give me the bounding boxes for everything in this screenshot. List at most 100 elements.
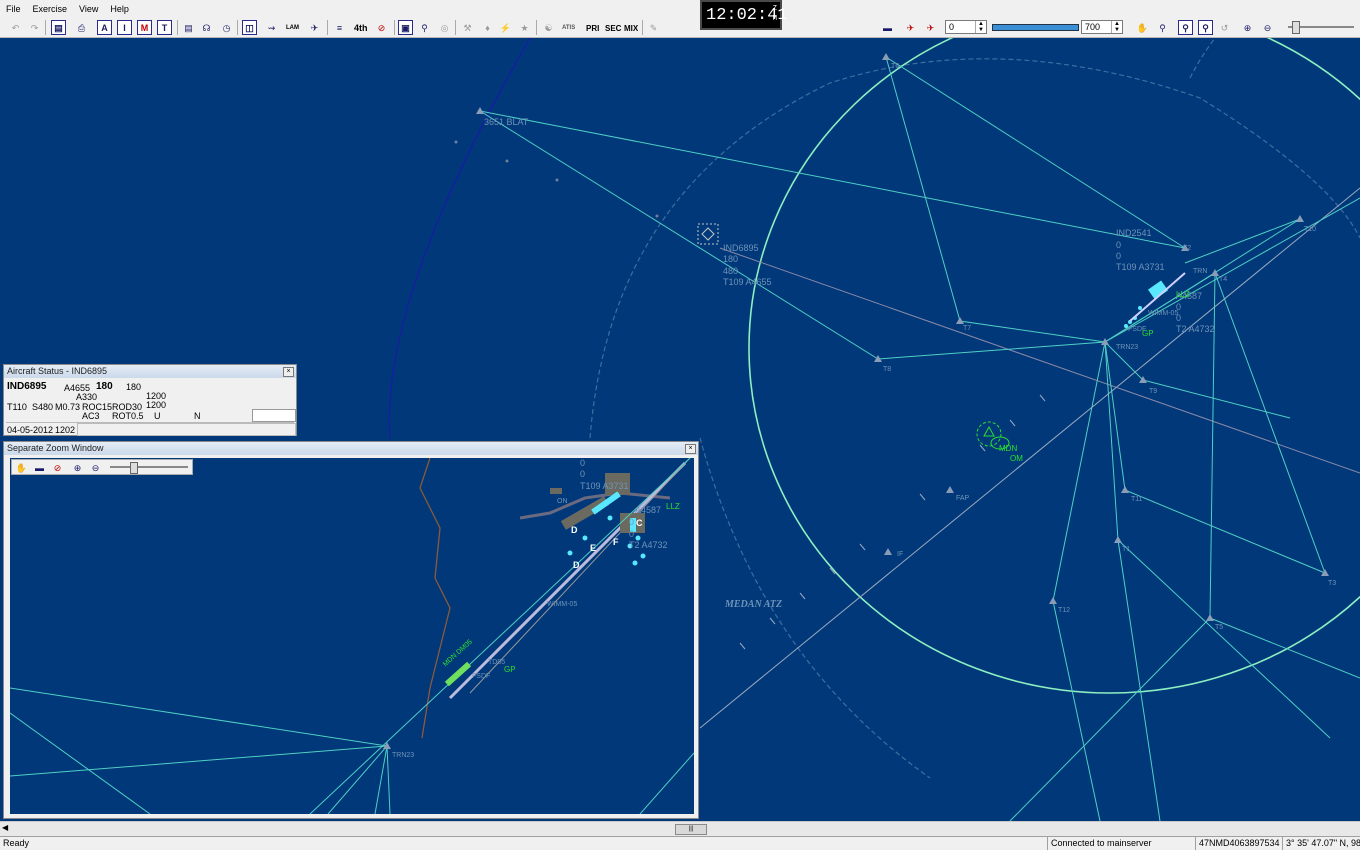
wind-icon[interactable]: ☯ (541, 20, 556, 35)
alt-min-spinner[interactable]: 0 ▲ ▼ (945, 20, 987, 34)
list-icon[interactable]: ≡ (332, 20, 347, 35)
waypoint-t4-label: T4 (1219, 276, 1228, 283)
runway-icon[interactable]: ▬ (880, 20, 895, 35)
horizontal-scrollbar[interactable]: ◀ ||| (0, 821, 1360, 836)
toolbar-separator (536, 20, 537, 35)
menu-view[interactable]: View (73, 4, 104, 14)
alt-max-spinner[interactable]: 700 ▲ ▼ (1081, 20, 1123, 34)
headset-icon[interactable]: ☊ (199, 20, 214, 35)
sec-button[interactable]: SEC (603, 20, 623, 35)
document-icon[interactable]: ▤ (181, 20, 196, 35)
mdn-triangle-icon (983, 425, 995, 437)
separate-zoom-window[interactable]: Separate Zoom Window × 0 0 T109 A3731 A4… (3, 441, 699, 819)
pan-hand-icon[interactable]: ✋ (1135, 20, 1150, 35)
tool-c-icon[interactable]: ⚡ (498, 20, 513, 35)
ind6895-target-box[interactable] (697, 223, 719, 245)
waypoint-t12-label: T12 (1058, 607, 1071, 614)
layout-icon[interactable]: ◫ (242, 20, 257, 35)
print-icon[interactable]: ⎙ (74, 20, 89, 35)
tool-d-icon[interactable]: ★ (517, 20, 532, 35)
menu-exercise[interactable]: Exercise (27, 4, 74, 14)
clock-zone-bottom: M (772, 15, 777, 23)
zoom-label: 0 (580, 469, 586, 479)
if-label: IF (897, 551, 904, 558)
zoom-map-icon[interactable]: ⚲ (417, 20, 432, 35)
radar-view-icon[interactable]: ▤ (51, 20, 66, 35)
m-button[interactable]: M (137, 20, 152, 35)
zoom-slider[interactable] (1288, 21, 1354, 34)
altitude-range-slider[interactable] (992, 24, 1079, 31)
close-icon[interactable]: × (283, 367, 294, 377)
zoom-reset-icon[interactable]: ↺ (1217, 20, 1232, 35)
tool-b-icon[interactable]: ♦ (480, 20, 495, 35)
undo-icon[interactable]: ↶ (8, 20, 23, 35)
atis-button[interactable]: ATIS (560, 20, 577, 35)
close-icon[interactable]: × (685, 444, 696, 454)
zoom-in-icon[interactable]: ⊕ (70, 460, 85, 475)
zoom-window-slider-thumb[interactable] (130, 462, 138, 474)
zoom-window-icon[interactable]: ⚲ (1198, 20, 1213, 35)
runway-extension-line (469, 458, 691, 694)
zoom-gp-label: GP (504, 665, 516, 674)
terrain-dots (454, 140, 659, 218)
menu-bar: File Exercise View Help (0, 0, 1360, 17)
pri-button[interactable]: PRI (584, 20, 601, 35)
track-value: T110 (7, 402, 27, 412)
waypoint-t10-label: T10 (1304, 226, 1317, 233)
filter-a-icon[interactable]: ✈ (903, 20, 918, 35)
aircraft-status-title[interactable]: Aircraft Status - IND6895 (4, 365, 296, 378)
tool-a-icon[interactable]: ⚒ (460, 20, 475, 35)
menu-file[interactable]: File (0, 4, 27, 14)
runway-icon[interactable]: ▬ (32, 460, 47, 475)
redo-icon[interactable]: ↷ (27, 20, 42, 35)
aircraft-icon[interactable]: ✈ (307, 20, 322, 35)
zoom-window-title[interactable]: Separate Zoom Window (4, 442, 698, 455)
status-coordinates: 3° 35' 47.07" N, 98° (1282, 837, 1360, 850)
zoom-box-icon[interactable]: ⚲ (1155, 20, 1170, 35)
clock-icon[interactable]: ◷ (219, 20, 234, 35)
waypoint-t8-label: T8 (883, 366, 892, 373)
level2-value: 180 (126, 382, 142, 392)
i-button[interactable]: I (117, 20, 132, 35)
zoom-out-icon[interactable]: ⊖ (88, 460, 103, 475)
spinner-arrows-icon[interactable]: ▲ ▼ (975, 21, 986, 33)
zoom-map[interactable]: 0 0 T109 A3731 A4587 0 0 T2 A4732 C D E … (10, 458, 694, 814)
clock-zone: ZM (773, 4, 777, 24)
ind6895-callsign-label[interactable]: IND6895 (723, 243, 759, 253)
map-icon[interactable]: ▣ (398, 20, 413, 35)
ind2541-callsign-label[interactable]: IND2541 (1116, 228, 1152, 238)
aircraft-status-window[interactable]: Aircraft Status - IND6895 × IND6895 A465… (3, 364, 297, 436)
zoom-window-slider[interactable] (110, 462, 188, 474)
aircraft-track-line (719, 247, 1360, 474)
scroll-left-icon[interactable]: ◀ (2, 823, 8, 832)
mix-button[interactable]: MIX (622, 20, 640, 35)
lam-button[interactable]: LAM (284, 20, 301, 35)
target-icon[interactable]: ◎ (437, 20, 452, 35)
zoom-slider-thumb[interactable] (1292, 21, 1300, 34)
zoom-label: 0 (629, 529, 635, 539)
menu-help[interactable]: Help (104, 4, 135, 14)
stop-icon[interactable]: ⊘ (50, 460, 65, 475)
toolbar-separator (327, 20, 328, 35)
zoom-fit-icon[interactable]: ⚲ (1178, 20, 1193, 35)
waypoint-t5-label: T5 (1215, 624, 1224, 631)
waypoint-t2-label: T2 (1183, 245, 1192, 252)
t-button[interactable]: T (157, 20, 172, 35)
pen-icon[interactable]: ✎ (646, 20, 661, 35)
pan-hand-icon[interactable]: ✋ (14, 460, 29, 475)
stop-icon[interactable]: ⊘ (374, 20, 389, 35)
fourth-button[interactable]: 4th (352, 20, 370, 35)
zoom-td-label: TD05 (488, 659, 506, 666)
route-icon[interactable]: ⇝ (264, 20, 279, 35)
spinner-arrows-icon[interactable]: ▲ ▼ (1111, 21, 1122, 33)
zoom-out-icon[interactable]: ⊖ (1260, 20, 1275, 35)
a-button[interactable]: A (97, 20, 112, 35)
scroll-thumb[interactable]: ||| (675, 824, 707, 835)
status-input-box[interactable] (252, 409, 296, 422)
zoom-track-label: T109 A3731 (580, 481, 629, 491)
ind6895-level-label: 180 (723, 254, 739, 264)
range-ring-dashed-top (1189, 38, 1216, 79)
zoom-in-icon[interactable]: ⊕ (1240, 20, 1255, 35)
filter-b-icon[interactable]: ✈ (923, 20, 938, 35)
mdn-label: MDN (999, 444, 1018, 453)
